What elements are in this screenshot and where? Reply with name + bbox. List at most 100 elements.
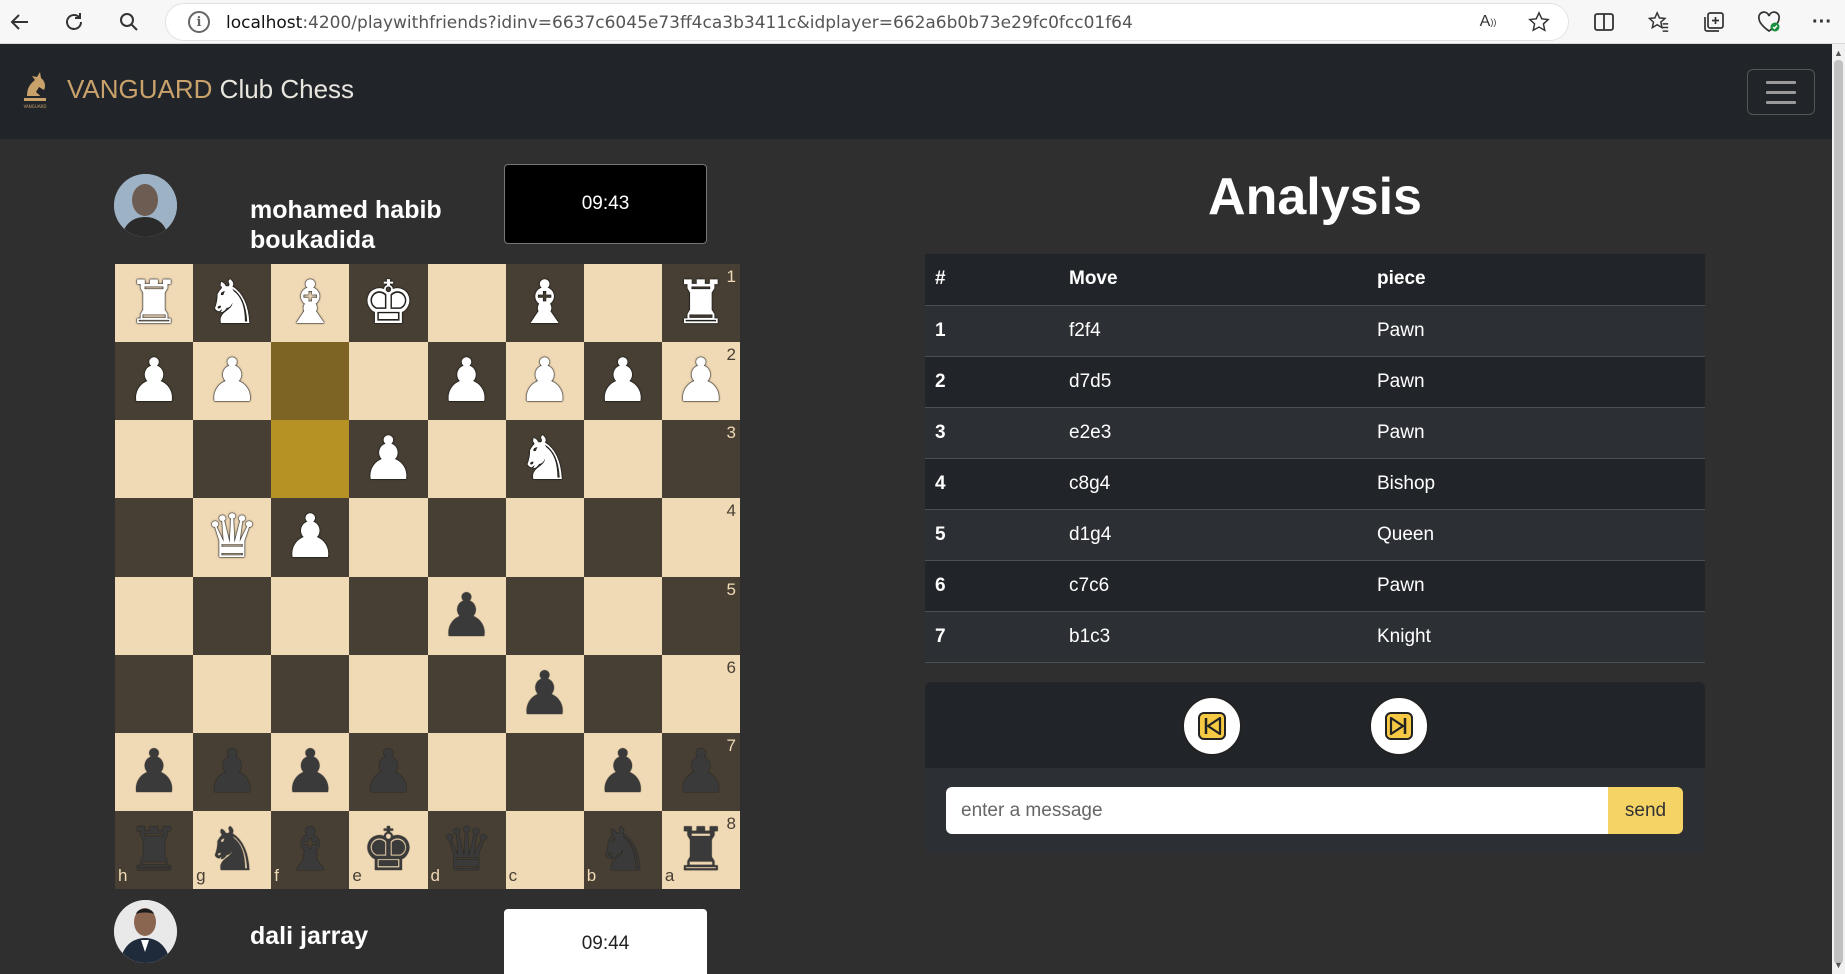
split-screen-icon[interactable] [1588, 6, 1620, 38]
board-square[interactable] [427, 264, 506, 343]
board-square[interactable]: ♟ [505, 654, 584, 733]
next-move-button[interactable] [1369, 696, 1429, 756]
board-square[interactable]: ♟ [349, 732, 428, 811]
star-icon[interactable] [1523, 6, 1555, 38]
board-square[interactable] [427, 732, 506, 811]
board-square[interactable] [349, 654, 428, 733]
white-bishop-icon[interactable]: ♝ [283, 273, 337, 333]
board-square[interactable]: ♟ [427, 342, 506, 421]
board-square[interactable] [115, 420, 194, 499]
scroll-down-icon[interactable]: ▼ [1832, 958, 1845, 972]
board-square[interactable] [505, 498, 584, 577]
menu-toggle-button[interactable] [1747, 69, 1815, 115]
black-pawn-icon[interactable]: ♟ [362, 742, 416, 802]
board-square[interactable] [505, 732, 584, 811]
board-square[interactable] [115, 654, 194, 733]
black-pawn-icon[interactable]: ♟ [596, 742, 650, 802]
board-square[interactable]: ♚ [349, 264, 428, 343]
board-square[interactable] [271, 420, 350, 499]
back-arrow-icon[interactable] [4, 6, 36, 38]
board-square[interactable]: ♟ [349, 420, 428, 499]
black-king-icon[interactable]: ♚ [362, 820, 416, 880]
board-square[interactable] [349, 576, 428, 655]
white-pawn-icon[interactable]: ♟ [205, 351, 259, 411]
board-square[interactable] [505, 576, 584, 655]
board-square[interactable]: 3 [661, 420, 740, 499]
white-pawn-icon[interactable]: ♟ [440, 351, 494, 411]
send-button[interactable]: send [1608, 787, 1683, 834]
white-pawn-icon[interactable]: ♟ [674, 351, 728, 411]
board-square[interactable]: ♟ [427, 576, 506, 655]
health-icon[interactable] [1753, 6, 1785, 38]
board-square[interactable]: ♛ [193, 498, 272, 577]
black-bishop-icon[interactable]: ♝ [283, 820, 337, 880]
black-queen-icon[interactable]: ♛ [440, 820, 494, 880]
knight-logo-icon[interactable]: VANGUARD [18, 66, 52, 110]
board-square[interactable]: ♟ [505, 342, 584, 421]
board-square[interactable] [427, 498, 506, 577]
search-icon[interactable] [113, 6, 145, 38]
scroll-up-icon[interactable]: ▲ [1832, 46, 1845, 60]
board-square[interactable]: ♟ [115, 732, 194, 811]
board-square[interactable]: ♜ [115, 264, 194, 343]
board-square[interactable]: ♞ g [193, 810, 272, 889]
white-pawn-icon[interactable]: ♟ [283, 507, 337, 567]
board-square[interactable] [427, 654, 506, 733]
favorites-icon[interactable] [1643, 6, 1675, 38]
board-square[interactable]: 6 [661, 654, 740, 733]
info-icon[interactable]: i [188, 11, 210, 33]
black-pawn-icon[interactable]: ♟ [205, 742, 259, 802]
white-knight-icon[interactable]: ♞ [205, 273, 259, 333]
board-square[interactable]: ♜ 1 [661, 264, 740, 343]
board-square[interactable] [427, 420, 506, 499]
board-square[interactable]: ♚ e [349, 810, 428, 889]
board-square[interactable]: ♝ [505, 264, 584, 343]
board-square[interactable] [115, 498, 194, 577]
board-square[interactable]: 5 [661, 576, 740, 655]
address-bar[interactable]: i localhost:4200/playwithfriends?idinv=6… [165, 3, 1569, 41]
board-square[interactable]: ♟ [193, 342, 272, 421]
chess-board[interactable]: ♜ ♞ ♝ ♚ ♝ ♜ 1 ♟ ♟ ♟ ♟ ♟ ♟ 2 ♟ ♞ 3 ♛ ♟ 4 ♟ 5 ♟ 6 ♟ ♟ ♟ ♟ ♟ ♟ 7 ♜ h ♞ g ♝ f ♚ e ♛… [115, 264, 740, 889]
previous-move-button[interactable] [1182, 696, 1242, 756]
board-square[interactable] [583, 420, 662, 499]
board-square[interactable] [349, 498, 428, 577]
reload-icon[interactable] [58, 6, 90, 38]
black-knight-icon[interactable]: ♞ [596, 820, 650, 880]
board-square[interactable] [115, 576, 194, 655]
black-pawn-icon[interactable]: ♟ [440, 586, 494, 646]
board-square[interactable]: ♛ d [427, 810, 506, 889]
board-square[interactable] [193, 576, 272, 655]
white-rook-icon[interactable]: ♜ [127, 273, 181, 333]
board-square[interactable] [583, 498, 662, 577]
collections-icon[interactable] [1698, 6, 1730, 38]
board-square[interactable]: ♞ [193, 264, 272, 343]
black-pawn-icon[interactable]: ♟ [283, 742, 337, 802]
read-aloud-icon[interactable]: A)) [1472, 6, 1504, 38]
board-square[interactable]: ♝ [271, 264, 350, 343]
board-square[interactable]: ♟ 7 [661, 732, 740, 811]
board-square[interactable]: ♟ [271, 498, 350, 577]
board-square[interactable]: ♞ [505, 420, 584, 499]
white-pawn-icon[interactable]: ♟ [518, 351, 572, 411]
board-square[interactable] [271, 342, 350, 421]
black-rook-icon[interactable]: ♜ [127, 820, 181, 880]
board-square[interactable]: ♟ [583, 732, 662, 811]
white-rook-icon[interactable]: ♜ [674, 273, 728, 333]
message-input[interactable] [946, 787, 1608, 834]
board-square[interactable]: c [505, 810, 584, 889]
white-pawn-icon[interactable]: ♟ [127, 351, 181, 411]
black-knight-icon[interactable]: ♞ [205, 820, 259, 880]
page-scrollbar[interactable]: ▲ ▼ [1832, 44, 1845, 974]
board-square[interactable] [271, 576, 350, 655]
board-square[interactable] [583, 264, 662, 343]
white-pawn-icon[interactable]: ♟ [362, 429, 416, 489]
board-square[interactable]: 4 [661, 498, 740, 577]
white-queen-icon[interactable]: ♛ [205, 507, 259, 567]
black-rook-icon[interactable]: ♜ [674, 820, 728, 880]
white-bishop-icon[interactable]: ♝ [518, 273, 572, 333]
black-pawn-icon[interactable]: ♟ [127, 742, 181, 802]
board-square[interactable] [583, 576, 662, 655]
board-square[interactable]: ♜ h [115, 810, 194, 889]
white-king-icon[interactable]: ♚ [362, 273, 416, 333]
board-square[interactable] [349, 342, 428, 421]
